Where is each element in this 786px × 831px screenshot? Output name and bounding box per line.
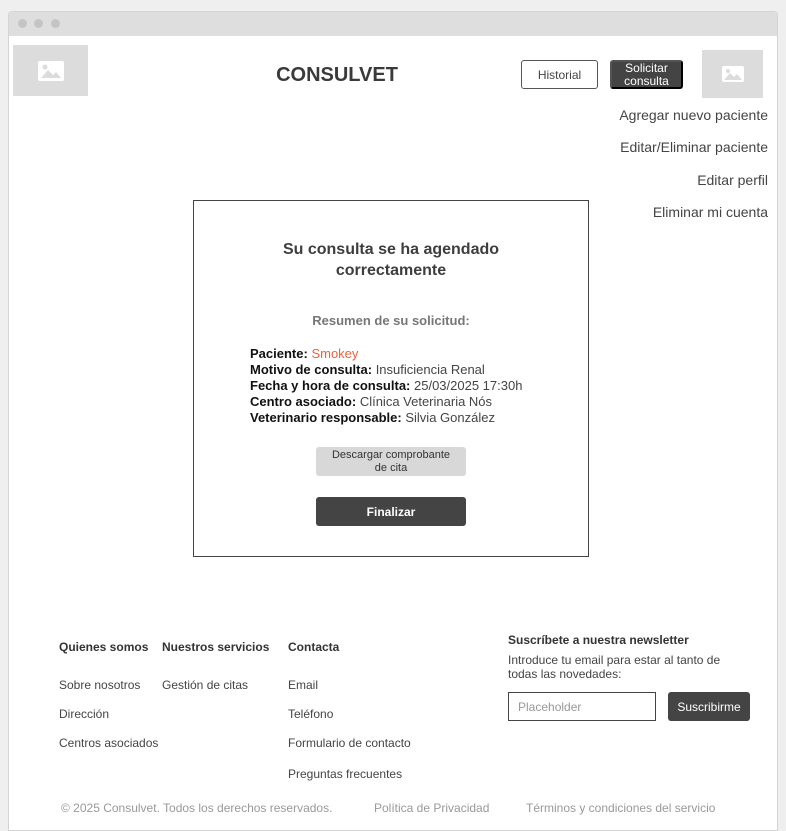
privacy-policy-link[interactable]: Política de Privacidad — [374, 801, 489, 815]
logo-image[interactable] — [13, 45, 88, 96]
window-titlebar — [9, 12, 777, 36]
menu-edit-profile[interactable]: Editar perfil — [697, 172, 768, 188]
detail-label: Centro asociado: — [250, 394, 357, 409]
footer-heading-services: Nuestros servicios — [162, 640, 270, 654]
summary-title: Resumen de su solicitud: — [312, 313, 470, 328]
footer-heading-contact: Contacta — [288, 640, 340, 654]
subscribe-button[interactable]: Suscribirme — [668, 692, 750, 721]
window-control-dot[interactable] — [18, 19, 27, 28]
detail-label: Veterinario responsable: — [250, 410, 402, 425]
window-control-dot[interactable] — [51, 19, 60, 28]
detail-value: Silvia González — [405, 410, 495, 425]
newsletter-email-input[interactable] — [508, 692, 656, 721]
copyright-text: © 2025 Consulvet. Todos los derechos res… — [61, 801, 333, 815]
footer-link-address[interactable]: Dirección — [59, 707, 109, 721]
footer-heading-about: Quienes somos — [59, 640, 149, 654]
download-receipt-button[interactable]: Descargar comprobante de cita — [316, 447, 466, 476]
detail-label: Motivo de consulta: — [250, 362, 373, 377]
detail-label: Paciente: — [250, 346, 308, 361]
detail-value: Smokey — [311, 346, 359, 361]
profile-avatar[interactable] — [702, 50, 763, 98]
menu-delete-account[interactable]: Eliminar mi cuenta — [653, 204, 768, 220]
detail-row-vet: Veterinario responsable: Silvia González — [250, 410, 570, 426]
history-button[interactable]: Historial — [521, 60, 598, 89]
detail-value: Insuficiencia Renal — [375, 362, 485, 377]
terms-link[interactable]: Términos y condiciones del servicio — [526, 801, 715, 815]
detail-row-datetime: Fecha y hora de consulta: 25/03/2025 17:… — [250, 378, 570, 394]
detail-row-center: Centro asociado: Clínica Veterinaria Nós — [250, 394, 570, 410]
finish-button[interactable]: Finalizar — [316, 497, 466, 526]
detail-value: Clínica Veterinaria Nós — [359, 394, 493, 409]
request-consultation-button[interactable]: Solicitar consulta — [610, 60, 683, 89]
footer-link-faq[interactable]: Preguntas frecuentes — [288, 767, 402, 781]
detail-row-reason: Motivo de consulta: Insuficiencia Renal — [250, 362, 570, 378]
detail-value: 25/03/2025 17:30h — [414, 378, 523, 393]
detail-row-patient: Paciente: Smokey — [250, 346, 570, 362]
newsletter-description: Introduce tu email para estar al tanto d… — [508, 653, 721, 681]
menu-edit-delete-patient[interactable]: Editar/Eliminar paciente — [620, 139, 768, 155]
image-icon — [37, 60, 65, 82]
footer-link-phone[interactable]: Teléfono — [288, 707, 333, 721]
browser-window: CONSULVET Historial Solicitar consulta A… — [8, 11, 778, 831]
newsletter-heading: Suscríbete a nuestra newsletter — [508, 633, 689, 647]
confirmation-title: Su consulta se ha agendado correctamente — [282, 241, 500, 279]
appointment-details: Paciente: Smokey Motivo de consulta: Ins… — [250, 346, 570, 426]
footer-link-email[interactable]: Email — [288, 678, 318, 692]
footer-link-contact-form[interactable]: Formulario de contacto — [288, 736, 411, 750]
detail-label: Fecha y hora de consulta: — [250, 378, 411, 393]
brand-title[interactable]: CONSULVET — [241, 64, 433, 87]
window-control-dot[interactable] — [34, 19, 43, 28]
confirmation-card: Su consulta se ha agendado correctamente… — [193, 200, 589, 557]
footer-link-about-us[interactable]: Sobre nosotros — [59, 678, 140, 692]
menu-add-patient[interactable]: Agregar nuevo paciente — [619, 107, 768, 123]
footer-link-centers[interactable]: Centros asociados — [59, 736, 158, 750]
image-icon — [721, 65, 745, 83]
footer-link-appointments[interactable]: Gestión de citas — [162, 678, 248, 692]
